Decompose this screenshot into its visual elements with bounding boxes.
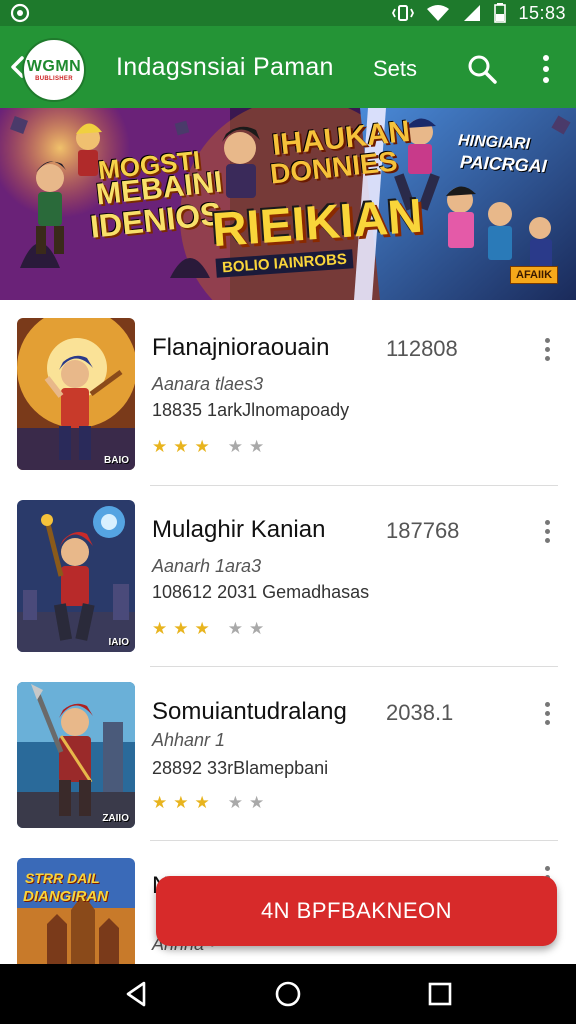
game-subtitle: Aanarh 1ara3	[152, 556, 262, 576]
page-title: Indagsnsiai Paman	[116, 53, 334, 81]
primary-action-button[interactable]: 4N BPFBAKNEON	[156, 876, 557, 946]
home-circle-icon[interactable]	[274, 980, 302, 1008]
list-item[interactable]: IAIO Mulaghir Kanian 187768 Aanarh 1ara3…	[0, 482, 576, 667]
game-description: 18835 1arkJlnomapoady	[152, 400, 350, 420]
game-subtitle: Ahhanr 1	[152, 730, 226, 750]
thumbnail-tag: BAIO	[104, 455, 129, 466]
game-title: Flanajnioraouain	[152, 334, 330, 361]
game-thumbnail: BAIO	[17, 318, 135, 470]
star-filled-icon: ★	[152, 437, 168, 456]
vibrate-icon	[392, 5, 415, 21]
star-filled-icon: ★	[152, 793, 168, 812]
divider	[150, 840, 558, 841]
game-thumbnail: IAIO	[17, 500, 135, 652]
star-filled-icon: ★	[173, 619, 189, 638]
game-thumbnail: ZAIIO	[17, 682, 135, 828]
rating-stars: ★ ★ ★ ★ ★	[152, 438, 264, 455]
thumbnail-title-1: STRR DAIL	[25, 870, 100, 886]
more-vert-icon[interactable]	[536, 52, 556, 86]
game-title: Somuiantudralang	[152, 698, 347, 725]
star-filled-icon: ★	[152, 619, 168, 638]
notification-icon	[10, 3, 30, 23]
star-filled-icon: ★	[194, 619, 210, 638]
signal-icon	[464, 5, 481, 21]
banner-badge: AFAIIK	[510, 266, 559, 284]
system-nav-bar	[0, 964, 576, 1024]
item-more-icon[interactable]	[543, 520, 551, 543]
rating-stars: ★ ★ ★ ★ ★	[152, 794, 264, 811]
back-triangle-icon[interactable]	[122, 980, 150, 1008]
star-filled-icon: ★	[194, 437, 210, 456]
logo-subtext: BUBLISHER	[35, 76, 73, 82]
recents-square-icon[interactable]	[426, 980, 454, 1008]
star-empty-icon: ★	[227, 619, 243, 638]
game-description: 108612 2031 Gemadhasas	[152, 582, 370, 602]
item-more-icon[interactable]	[543, 702, 551, 725]
game-description: 28892 33rBlamepbani	[152, 758, 329, 778]
banner-title-right-2: PAICRGAI	[459, 151, 548, 177]
rating-stars: ★ ★ ★ ★ ★	[152, 620, 264, 637]
game-title: Mulaghir Kanian	[152, 516, 326, 543]
game-thumbnail: STRR DAIL DIANGIRAN	[17, 858, 135, 964]
star-empty-icon: ★	[227, 437, 243, 456]
banner-title-right-1: HINGIARI	[457, 132, 531, 153]
star-filled-icon: ★	[194, 793, 210, 812]
thumbnail-title-2: DIANGIRAN	[23, 888, 108, 905]
battery-icon	[494, 3, 507, 23]
game-count: 2038.1	[386, 700, 454, 725]
thumbnail-tag: IAIO	[108, 637, 129, 648]
game-count: 112808	[386, 336, 458, 361]
star-filled-icon: ★	[173, 437, 189, 456]
star-filled-icon: ★	[173, 793, 189, 812]
star-empty-icon: ★	[249, 619, 265, 638]
promo-banner[interactable]: MOGSTI MEBAINI IDENIOS IHAUKAN DONNIES R…	[0, 108, 576, 300]
status-bar: 15:83	[0, 0, 576, 26]
status-time: 15:83	[518, 2, 566, 23]
thumbnail-tag: ZAIIO	[102, 813, 129, 824]
sets-button[interactable]: Sets	[373, 56, 417, 82]
list-item[interactable]: BAIO Flanajnioraouain 112808 Aanara tlae…	[0, 300, 576, 486]
app-logo[interactable]: WGMN BUBLISHER	[22, 38, 86, 102]
wifi-icon	[427, 5, 450, 21]
star-empty-icon: ★	[249, 437, 265, 456]
list-item[interactable]: ZAIIO Somuiantudralang 2038.1 Ahhanr 1 2…	[0, 664, 576, 846]
item-more-icon[interactable]	[543, 338, 551, 361]
star-empty-icon: ★	[249, 793, 265, 812]
logo-text: WGMN	[26, 58, 82, 75]
star-empty-icon: ★	[227, 793, 243, 812]
game-count: 187768	[386, 518, 460, 543]
app-bar: WGMN BUBLISHER Indagsnsiai Paman Sets	[0, 26, 576, 108]
game-subtitle: Aanara tlaes3	[152, 374, 264, 394]
search-icon[interactable]	[466, 53, 498, 85]
